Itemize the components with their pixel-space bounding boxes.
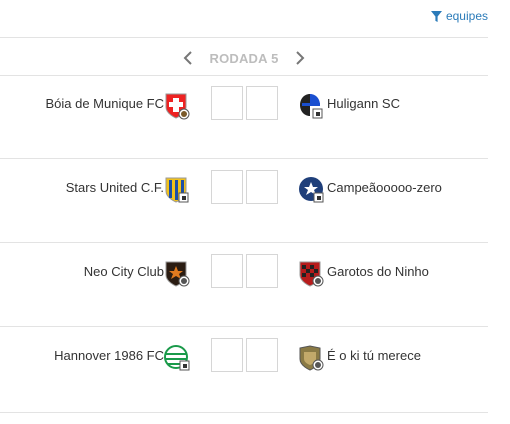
team-crest-icon (299, 345, 324, 371)
round-label: RODADA 5 (209, 50, 279, 66)
match-row: Hannover 1986 FC É o ki tú merece (0, 332, 488, 416)
divider (0, 412, 488, 413)
home-score-input[interactable] (211, 338, 243, 372)
home-score-input[interactable] (211, 254, 243, 288)
team-crest-icon (165, 93, 190, 120)
home-score-input[interactable] (211, 86, 243, 120)
chevron-left-icon (184, 51, 193, 65)
away-score-input[interactable] (246, 338, 278, 372)
team-crest-icon (299, 177, 324, 203)
match-row: Neo City Club Garotos do Ninho (0, 248, 488, 332)
away-team-name: Huligann SC (327, 96, 400, 111)
divider (0, 326, 488, 327)
home-team-name: Neo City Club (83, 264, 164, 279)
home-team-name: Bóia de Munique FC (45, 96, 164, 111)
away-team-name: Garotos do Ninho (327, 264, 429, 279)
filter-label: equipes (445, 9, 488, 23)
match-row: Stars United C.F. Campeãooooo-zero (0, 164, 488, 248)
filter-teams-button[interactable]: equipes (430, 9, 488, 23)
away-score-input[interactable] (246, 170, 278, 204)
away-score-input[interactable] (246, 254, 278, 288)
home-score-input[interactable] (211, 170, 243, 204)
divider (0, 242, 488, 243)
divider (0, 75, 488, 76)
next-round-button[interactable] (291, 48, 309, 68)
away-score-input[interactable] (246, 86, 278, 120)
away-team-name: Campeãooooo-zero (327, 180, 442, 195)
away-team-name: É o ki tú merece (327, 348, 421, 363)
team-crest-icon (165, 177, 189, 203)
team-crest-icon (164, 345, 190, 371)
prev-round-button[interactable] (179, 48, 197, 68)
match-row: Bóia de Munique FC Huligann SC (0, 80, 488, 164)
team-crest-icon (165, 261, 190, 287)
team-crest-icon (299, 261, 324, 287)
divider (0, 158, 488, 159)
divider (0, 37, 488, 38)
filter-icon (430, 10, 442, 22)
team-crest-icon (300, 94, 323, 119)
chevron-right-icon (295, 51, 304, 65)
home-team-name: Stars United C.F. (65, 180, 164, 195)
round-navigator: RODADA 5 (0, 44, 488, 72)
home-team-name: Hannover 1986 FC (54, 348, 164, 363)
